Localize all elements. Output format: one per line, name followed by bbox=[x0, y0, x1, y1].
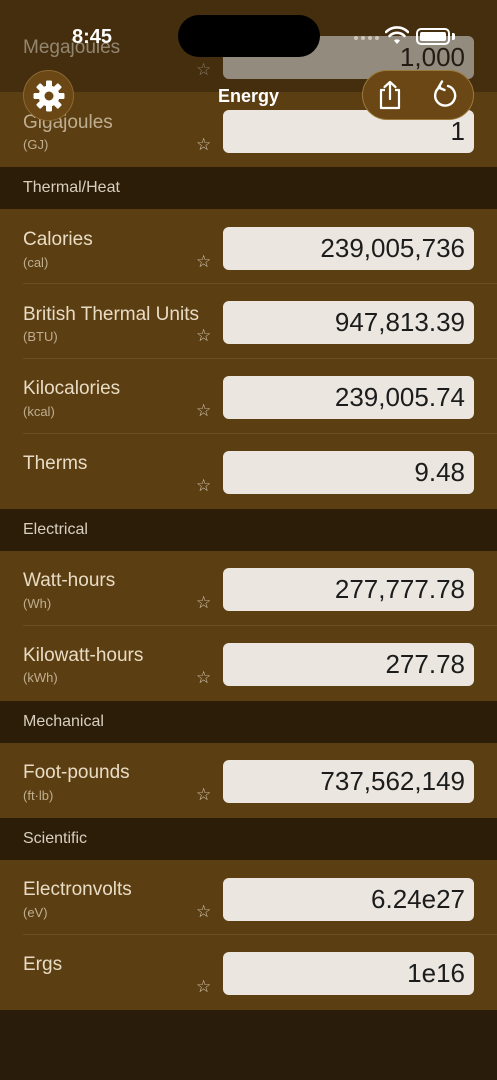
wifi-icon bbox=[385, 26, 409, 44]
section-header-thermal: Thermal/Heat bbox=[0, 167, 497, 209]
value-field[interactable]: 1e16 bbox=[223, 952, 474, 995]
star-outline-icon[interactable]: ☆ bbox=[196, 476, 211, 496]
unit-abbreviation: (kcal) bbox=[23, 404, 55, 419]
section-title: Mechanical bbox=[23, 713, 104, 730]
unit-row-ergs[interactable]: Ergs ☆ 1e16 bbox=[0, 935, 497, 1010]
unit-name: Kilowatt-hours bbox=[23, 645, 144, 666]
value-field[interactable]: 947,813.39 bbox=[223, 301, 474, 344]
unit-name: Watt-hours bbox=[23, 570, 116, 591]
unit-row-calories[interactable]: Calories (cal) ☆ 239,005,736 bbox=[0, 209, 497, 284]
value-field[interactable]: 277,777.78 bbox=[223, 568, 474, 611]
unit-name: Calories bbox=[23, 229, 93, 250]
dynamic-island bbox=[178, 15, 320, 57]
section-title: Thermal/Heat bbox=[23, 179, 120, 196]
unit-name: British Thermal Units bbox=[23, 304, 199, 325]
star-outline-icon[interactable]: ☆ bbox=[196, 135, 211, 155]
star-outline-icon[interactable]: ☆ bbox=[196, 593, 211, 613]
unit-abbreviation: (GJ) bbox=[23, 137, 49, 152]
unit-row-kilowatt-hours[interactable]: Kilowatt-hours (kWh) ☆ 277.78 bbox=[0, 626, 497, 701]
section-title: Electrical bbox=[23, 521, 88, 538]
star-outline-icon[interactable]: ☆ bbox=[196, 902, 211, 922]
unit-abbreviation: (ft·lb) bbox=[23, 788, 54, 803]
unit-row-foot-pounds[interactable]: Foot-pounds (ft·lb) ☆ 737,562,149 bbox=[0, 743, 497, 818]
share-icon[interactable] bbox=[377, 80, 403, 110]
unit-row-therms[interactable]: Therms ☆ 9.48 bbox=[0, 434, 497, 509]
star-outline-icon[interactable]: ☆ bbox=[196, 668, 211, 688]
section-header-mechanical: Mechanical bbox=[0, 701, 497, 743]
value-field[interactable]: 737,562,149 bbox=[223, 760, 474, 803]
star-outline-icon[interactable]: ☆ bbox=[196, 252, 211, 272]
unit-row-watt-hours[interactable]: Watt-hours (Wh) ☆ 277,777.78 bbox=[0, 551, 497, 626]
unit-name: Kilocalories bbox=[23, 378, 121, 399]
section-header-electrical: Electrical bbox=[0, 509, 497, 551]
unit-abbreviation: (kWh) bbox=[23, 670, 58, 685]
unit-row-btu[interactable]: British Thermal Units (BTU) ☆ 947,813.39 bbox=[0, 284, 497, 359]
star-outline-icon[interactable]: ☆ bbox=[196, 401, 211, 421]
value-field[interactable]: 239,005,736 bbox=[223, 227, 474, 270]
unit-abbreviation: (cal) bbox=[23, 255, 49, 270]
unit-abbreviation: (eV) bbox=[23, 905, 48, 920]
unit-row-electronvolts[interactable]: Electronvolts (eV) ☆ 6.24e27 bbox=[0, 860, 497, 935]
unit-abbreviation: (BTU) bbox=[23, 329, 58, 344]
list-footer bbox=[0, 1010, 497, 1080]
value-field[interactable]: 239,005.74 bbox=[223, 376, 474, 419]
action-buttons-group bbox=[362, 70, 474, 120]
status-bar: 8:45 bbox=[0, 0, 497, 62]
section-title: Scientific bbox=[23, 830, 88, 847]
unit-row-kilocalories[interactable]: Kilocalories (kcal) ☆ 239,005.74 bbox=[0, 359, 497, 434]
unit-name: Ergs bbox=[23, 954, 63, 975]
star-outline-icon[interactable]: ☆ bbox=[196, 785, 211, 805]
value-field[interactable]: 9.48 bbox=[223, 451, 474, 494]
star-outline-icon[interactable]: ☆ bbox=[196, 326, 211, 346]
navigation-bar: Energy bbox=[0, 62, 497, 132]
value-field[interactable]: 277.78 bbox=[223, 643, 474, 686]
cellular-signal-icon bbox=[354, 36, 379, 40]
status-time: 8:45 bbox=[72, 26, 113, 48]
value-field[interactable]: 6.24e27 bbox=[223, 878, 474, 921]
unit-name: Foot-pounds bbox=[23, 762, 130, 783]
star-outline-icon[interactable]: ☆ bbox=[196, 977, 211, 997]
battery-icon bbox=[416, 28, 450, 45]
unit-name: Therms bbox=[23, 453, 88, 474]
section-header-scientific: Scientific bbox=[0, 818, 497, 860]
reset-icon[interactable] bbox=[431, 80, 459, 110]
unit-name: Electronvolts bbox=[23, 879, 132, 900]
unit-abbreviation: (Wh) bbox=[23, 596, 52, 611]
